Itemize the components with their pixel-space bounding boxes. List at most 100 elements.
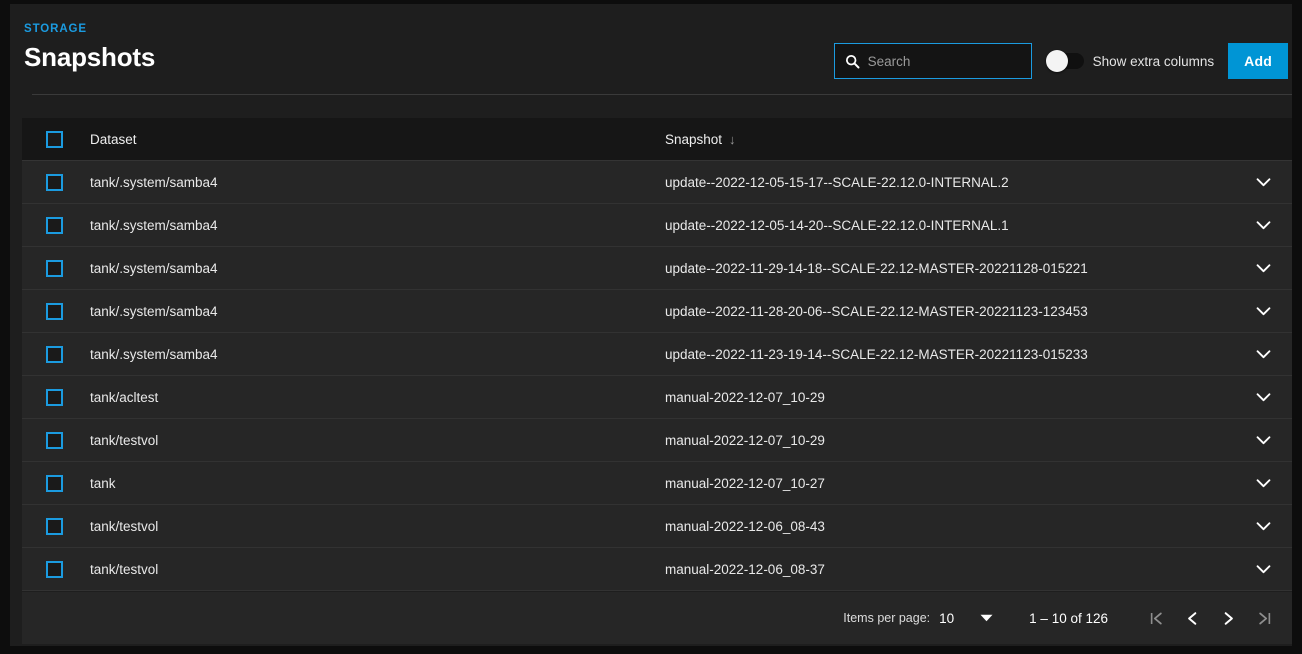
table-row[interactable]: tank/.system/samba4update--2022-12-05-15…	[22, 161, 1292, 204]
chevron-down-icon	[1256, 565, 1271, 574]
cell-snapshot: manual-2022-12-06_08-37	[665, 562, 1234, 577]
show-extra-columns-label: Show extra columns	[1093, 54, 1215, 69]
column-header-dataset[interactable]: Dataset	[90, 132, 665, 147]
row-select-cell	[22, 561, 90, 578]
column-header-snapshot[interactable]: Snapshot ↓	[665, 132, 1234, 147]
chevron-down-icon	[1256, 393, 1271, 402]
cell-dataset: tank/testvol	[90, 433, 665, 448]
chevron-down-icon	[1256, 436, 1271, 445]
column-header-snapshot-label: Snapshot	[665, 132, 722, 147]
page-title: Snapshots	[24, 41, 155, 73]
cell-snapshot: update--2022-11-28-20-06--SCALE-22.12-MA…	[665, 304, 1234, 319]
row-select-checkbox[interactable]	[46, 432, 63, 449]
left-gutter	[0, 0, 10, 654]
right-gutter	[1292, 0, 1302, 654]
table-row[interactable]: tank/testvolmanual-2022-12-07_10-29	[22, 419, 1292, 462]
first-page-button[interactable]	[1138, 600, 1174, 636]
first-page-icon	[1148, 610, 1165, 627]
row-expand-button[interactable]	[1234, 522, 1292, 531]
row-select-checkbox[interactable]	[46, 518, 63, 535]
previous-page-button[interactable]	[1174, 600, 1210, 636]
row-select-checkbox[interactable]	[46, 260, 63, 277]
cell-dataset: tank/testvol	[90, 562, 665, 577]
page-header-actions: Show extra columns Add	[834, 43, 1288, 79]
row-select-cell	[22, 518, 90, 535]
search-icon	[845, 54, 860, 69]
search-box[interactable]	[834, 43, 1032, 79]
select-all-checkbox[interactable]	[46, 131, 63, 148]
row-expand-button[interactable]	[1234, 479, 1292, 488]
chevron-down-icon	[1256, 522, 1271, 531]
paginator: Items per page: 10 1 – 10 of 126	[22, 592, 1292, 644]
chevron-down-icon	[1256, 350, 1271, 359]
row-select-cell	[22, 260, 90, 277]
cell-snapshot: manual-2022-12-07_10-27	[665, 476, 1234, 491]
cell-dataset: tank/.system/samba4	[90, 304, 665, 319]
row-select-checkbox[interactable]	[46, 303, 63, 320]
row-expand-button[interactable]	[1234, 307, 1292, 316]
row-select-cell	[22, 432, 90, 449]
breadcrumb: STORAGE	[24, 22, 155, 36]
chevron-right-icon	[1220, 610, 1237, 627]
table-row[interactable]: tank/.system/samba4update--2022-11-28-20…	[22, 290, 1292, 333]
row-expand-button[interactable]	[1234, 350, 1292, 359]
show-extra-columns-toggle-wrap: Show extra columns	[1048, 53, 1215, 69]
row-select-checkbox[interactable]	[46, 475, 63, 492]
cell-snapshot: update--2022-11-23-19-14--SCALE-22.12-MA…	[665, 347, 1234, 362]
row-select-cell	[22, 346, 90, 363]
last-page-icon	[1256, 610, 1273, 627]
cell-dataset: tank	[90, 476, 665, 491]
cell-dataset: tank/.system/samba4	[90, 261, 665, 276]
page-header: STORAGE Snapshots Show extra columns	[10, 4, 1292, 91]
cell-snapshot: manual-2022-12-07_10-29	[665, 390, 1234, 405]
cell-snapshot: update--2022-11-29-14-18--SCALE-22.12-MA…	[665, 261, 1234, 276]
page-range-label: 1 – 10 of 126	[1029, 611, 1108, 626]
table-row[interactable]: tankmanual-2022-12-07_10-27	[22, 462, 1292, 505]
search-input[interactable]	[868, 44, 1045, 78]
table-row[interactable]: tank/.system/samba4update--2022-11-23-19…	[22, 333, 1292, 376]
row-expand-button[interactable]	[1234, 264, 1292, 273]
row-select-cell	[22, 217, 90, 234]
table-body: tank/.system/samba4update--2022-12-05-15…	[22, 161, 1292, 591]
row-select-checkbox[interactable]	[46, 174, 63, 191]
chevron-left-icon	[1184, 610, 1201, 627]
chevron-down-icon	[1256, 307, 1271, 316]
chevron-down-icon	[1256, 178, 1271, 187]
next-page-button[interactable]	[1210, 600, 1246, 636]
cell-dataset: tank/.system/samba4	[90, 347, 665, 362]
row-expand-button[interactable]	[1234, 565, 1292, 574]
row-select-cell	[22, 389, 90, 406]
add-button[interactable]: Add	[1228, 43, 1288, 79]
last-page-button[interactable]	[1246, 600, 1282, 636]
row-expand-button[interactable]	[1234, 436, 1292, 445]
row-expand-button[interactable]	[1234, 178, 1292, 187]
select-all-cell	[22, 131, 90, 148]
row-select-checkbox[interactable]	[46, 389, 63, 406]
chevron-down-icon	[1256, 479, 1271, 488]
chevron-down-icon	[1256, 221, 1271, 230]
column-header-dataset-label: Dataset	[90, 132, 137, 147]
items-per-page-value[interactable]: 10	[939, 611, 954, 626]
cell-snapshot: manual-2022-12-06_08-43	[665, 519, 1234, 534]
cell-snapshot: update--2022-12-05-15-17--SCALE-22.12.0-…	[665, 175, 1234, 190]
cell-snapshot: update--2022-12-05-14-20--SCALE-22.12.0-…	[665, 218, 1234, 233]
table-row[interactable]: tank/.system/samba4update--2022-12-05-14…	[22, 204, 1292, 247]
row-select-cell	[22, 174, 90, 191]
table-row[interactable]: tank/.system/samba4update--2022-11-29-14…	[22, 247, 1292, 290]
row-expand-button[interactable]	[1234, 393, 1292, 402]
cell-dataset: tank/testvol	[90, 519, 665, 534]
table-row[interactable]: tank/testvolmanual-2022-12-06_08-43	[22, 505, 1292, 548]
table-row[interactable]: tank/acltestmanual-2022-12-07_10-29	[22, 376, 1292, 419]
chevron-down-icon	[1256, 264, 1271, 273]
row-select-checkbox[interactable]	[46, 561, 63, 578]
cell-dataset: tank/.system/samba4	[90, 175, 665, 190]
row-expand-button[interactable]	[1234, 221, 1292, 230]
table-header-row: Dataset Snapshot ↓	[22, 118, 1292, 161]
row-select-checkbox[interactable]	[46, 217, 63, 234]
items-per-page-select[interactable]	[980, 614, 993, 622]
sort-descending-icon: ↓	[729, 132, 736, 147]
show-extra-columns-toggle[interactable]	[1048, 53, 1084, 69]
row-select-cell	[22, 303, 90, 320]
table-row[interactable]: tank/testvolmanual-2022-12-06_08-37	[22, 548, 1292, 591]
row-select-checkbox[interactable]	[46, 346, 63, 363]
